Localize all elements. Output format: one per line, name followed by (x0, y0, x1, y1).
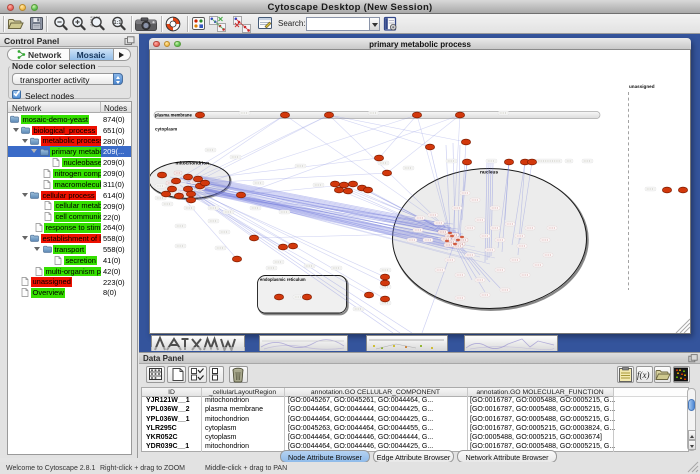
svg-text:cytoplasm: cytoplasm (155, 127, 177, 132)
svg-text:unassigned: unassigned (629, 84, 655, 89)
svg-text:1:1: 1:1 (114, 20, 122, 26)
svg-text:f(x): f(x) (637, 370, 650, 380)
svg-text:nucleus: nucleus (480, 170, 498, 176)
svg-text:endoplasmic reticulum: endoplasmic reticulum (260, 277, 306, 282)
svg-text:plasma membrane: plasma membrane (155, 113, 192, 118)
